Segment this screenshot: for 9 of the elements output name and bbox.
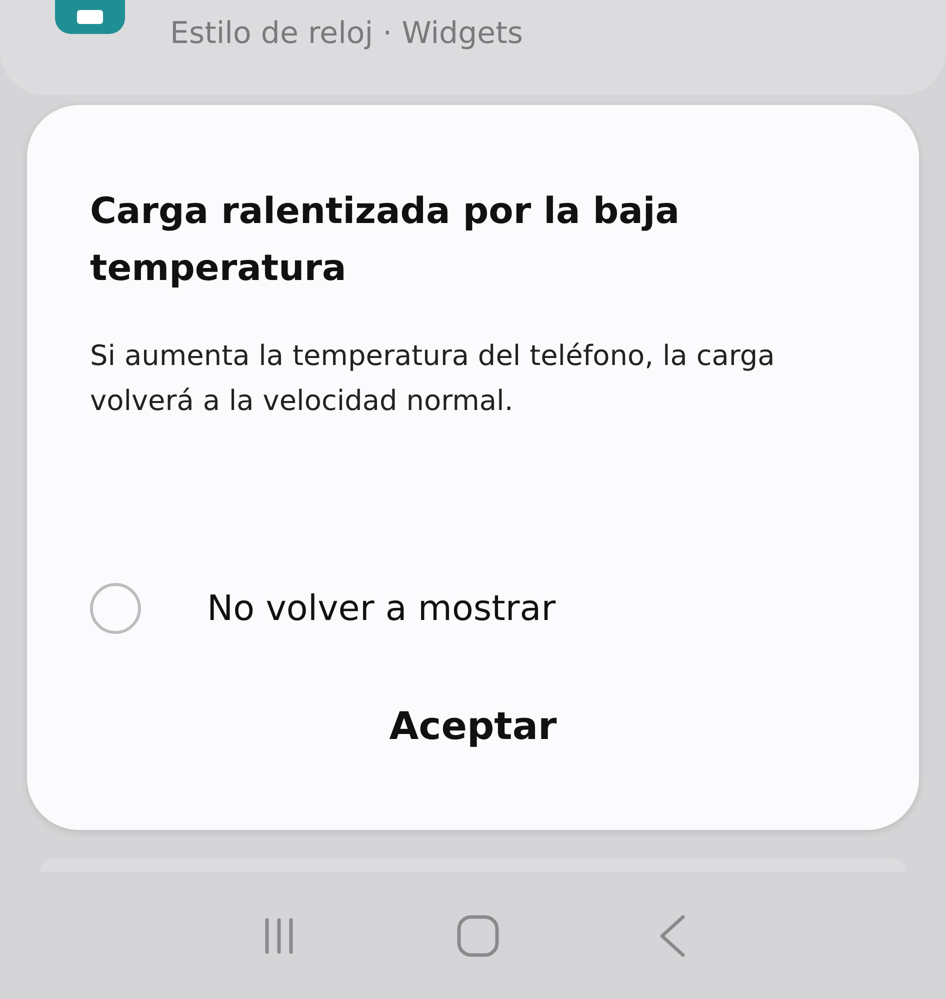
home-icon[interactable]	[456, 914, 500, 958]
back-icon[interactable]	[657, 914, 688, 958]
card-subtitle: Estilo de reloj · Widgets	[170, 16, 523, 51]
option-label: No volver a mostrar	[207, 588, 556, 628]
app-icon	[55, 0, 125, 34]
dialog-title: Carga ralentizada por la baja temperatura	[90, 190, 681, 291]
radio-button[interactable]	[90, 583, 141, 634]
accept-button[interactable]: Aceptar	[375, 698, 571, 754]
dialog-message: Si aumenta la temperatura del teléfono, la carga volverá a la velocidad normal.	[90, 338, 776, 419]
